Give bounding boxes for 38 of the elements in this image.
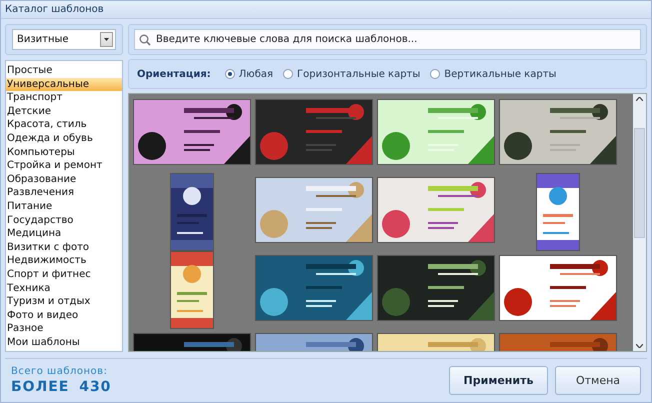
orientation-radio[interactable]: Горизонтальные карты [283,68,420,80]
window-title: Каталог шаблонов [5,4,104,15]
category-item[interactable]: Красота, стиль [6,118,122,132]
category-dropdown[interactable]: Визитные [12,29,116,50]
dropdown-button[interactable] [100,32,113,47]
total-label: Всего шаблонов: [11,366,108,377]
category-item[interactable]: Компьютеры [6,146,122,160]
category-item[interactable]: Транспорт [6,91,122,105]
category-item[interactable]: Техника [6,282,122,296]
category-item[interactable]: Разное [6,322,122,336]
search-field[interactable]: Введите ключевые слова для поиска шаблонов... [134,29,641,50]
category-item[interactable]: Питание [6,200,122,214]
category-item[interactable]: Визитки с фото [6,240,122,254]
category-item[interactable]: Туризм и отдых [6,295,122,309]
dialog-button[interactable]: Отмена [555,366,641,395]
scroll-down-icon[interactable] [636,344,643,348]
category-item[interactable]: Мои шаблоны [6,336,122,350]
category-item[interactable]: Спорт и фитнес [6,268,122,282]
category-item[interactable]: Медицина [6,227,122,241]
category-item[interactable]: Фото и видео [6,308,122,322]
category-item[interactable]: Универсальные [6,78,122,92]
category-item[interactable]: Образование [6,172,122,186]
dialog-button[interactable]: Применить [449,366,548,395]
category-item[interactable]: Стройка и ремонт [6,159,122,173]
category-item[interactable]: Государство [6,214,122,228]
category-item[interactable]: Развлечения [6,186,122,200]
orientation-radio[interactable]: Вертикальные карты [430,68,556,80]
scrollbar-thumb[interactable] [634,128,645,238]
orientation-radio[interactable]: Любая [224,68,273,80]
category-item[interactable]: Детские [6,104,122,118]
scroll-up-icon[interactable] [636,97,643,101]
category-item[interactable]: Одежда и обувь [6,132,122,146]
total-value: БОЛЕЕ 430 [11,379,112,395]
category-item[interactable]: Простые [6,64,122,78]
orientation-label: Ориентация: [137,68,211,80]
scrollbar[interactable] [633,94,646,351]
category-item[interactable]: Недвижимость [6,254,122,268]
caret-icon [104,38,109,41]
